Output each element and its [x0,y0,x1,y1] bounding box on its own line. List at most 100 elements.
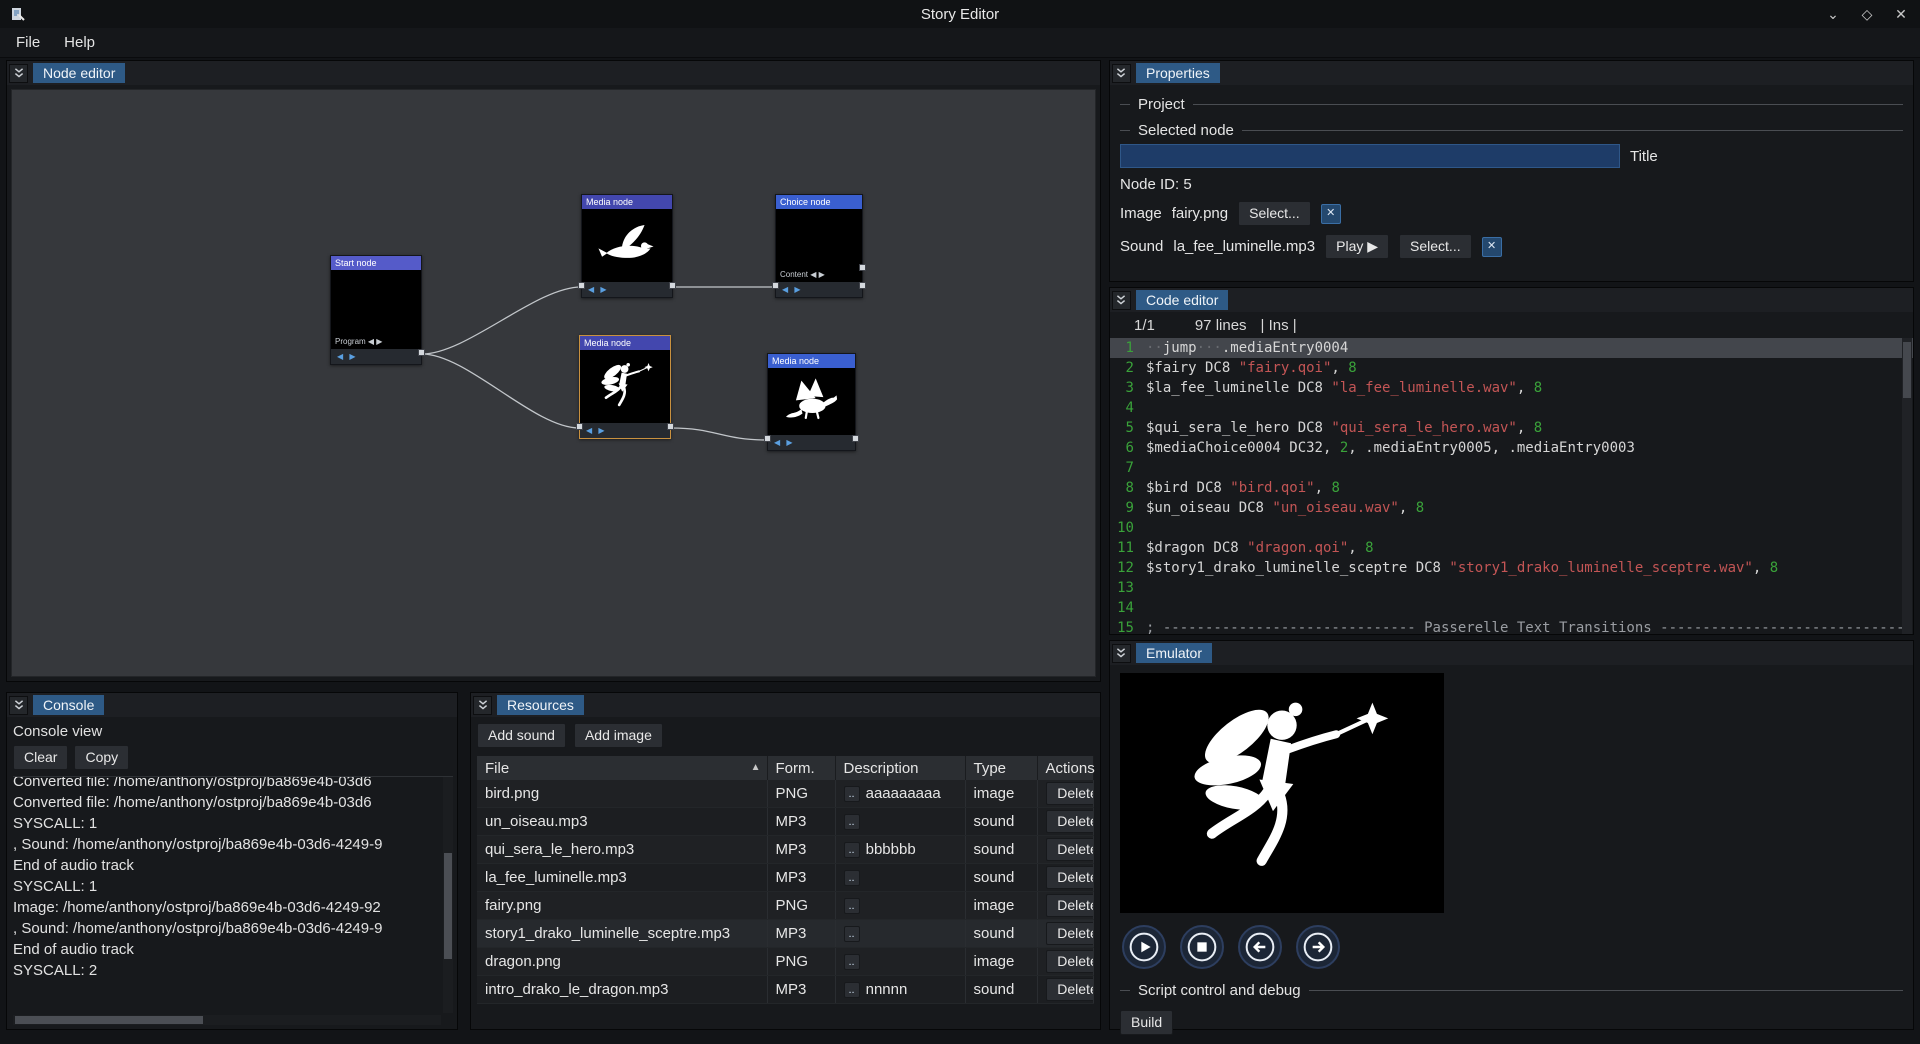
code-line[interactable]: 7 [1110,458,1913,478]
column-header-format[interactable]: Form. [767,756,835,780]
delete-button[interactable]: Delete [1046,782,1094,805]
sound-select-button[interactable]: Select... [1399,234,1472,259]
table-row[interactable]: dragon.pngPNG..imageDelete [477,948,1093,976]
edit-description-button[interactable]: .. [844,842,860,858]
image-clear-button[interactable]: ✕ [1321,204,1341,224]
node-thumbnail: Content ◀ ▶ [776,209,862,282]
edit-description-button[interactable]: .. [844,982,860,998]
prev-next-icons[interactable]: ◀ ▶ [588,285,609,294]
collapse-icon[interactable] [9,64,28,83]
code-area[interactable]: 1··jump···.mediaEntry00042$fairy DC8 "fa… [1110,338,1913,634]
code-line[interactable]: 4 [1110,398,1913,418]
delete-button[interactable]: Delete [1046,810,1094,833]
step-back-button[interactable] [1238,925,1282,969]
output-pin[interactable] [852,435,859,442]
input-pin[interactable] [576,423,583,430]
table-row[interactable]: fairy.pngPNG..imageDelete [477,892,1093,920]
table-row[interactable]: la_fee_luminelle.mp3MP3..soundDelete [477,864,1093,892]
edit-description-button[interactable]: .. [844,786,860,802]
column-header-actions[interactable]: Actions [1037,756,1093,780]
table-row[interactable]: un_oiseau.mp3MP3..soundDelete [477,808,1093,836]
table-row[interactable]: story1_drako_luminelle_sceptre.mp3MP3..s… [477,920,1093,948]
add-sound-button[interactable]: Add sound [477,723,566,748]
graph-node-choice[interactable]: Choice nodeContent ◀ ▶◀ ▶ [775,194,863,298]
image-select-button[interactable]: Select... [1238,201,1311,226]
code-line[interactable]: 6$mediaChoice0004 DC32, 2, .mediaEntry00… [1110,438,1913,458]
code-line[interactable]: 2$fairy DC8 "fairy.qoi", 8 [1110,358,1913,378]
graph-node-bird[interactable]: Media node◀ ▶ [581,194,673,298]
scrollbar-thumb[interactable] [1903,342,1911,398]
collapse-icon[interactable] [1112,644,1131,663]
step-forward-button[interactable] [1296,925,1340,969]
table-row[interactable]: qui_sera_le_hero.mp3MP3..bbbbbbsoundDele… [477,836,1093,864]
edit-description-button[interactable]: .. [844,870,860,886]
output-pin[interactable] [859,282,866,289]
delete-button[interactable]: Delete [1046,838,1094,861]
input-pin[interactable] [578,282,585,289]
edit-description-button[interactable]: .. [844,954,860,970]
node-title-input[interactable] [1120,144,1620,168]
delete-button[interactable]: Delete [1046,978,1094,1001]
prev-next-icons[interactable]: ◀ ▶ [782,285,803,294]
code-line[interactable]: 14 [1110,598,1913,618]
code-line[interactable]: 15; ------------------------------ Passe… [1110,618,1913,634]
output-pin[interactable] [859,264,866,271]
delete-button[interactable]: Delete [1046,922,1094,945]
collapse-icon[interactable] [9,696,28,715]
sound-play-button[interactable]: Play ▶ [1325,234,1389,259]
delete-button[interactable]: Delete [1046,894,1094,917]
close-button[interactable]: ✕ [1892,6,1910,23]
play-button[interactable] [1122,925,1166,969]
code-line[interactable]: 3$la_fee_luminelle DC8 "la_fee_luminelle… [1110,378,1913,398]
table-row[interactable]: bird.pngPNG..aaaaaaaaaimageDelete [477,780,1093,808]
graph-node-fairy[interactable]: Media node◀ ▶ [579,335,671,439]
code-line[interactable]: 13 [1110,578,1913,598]
stop-button[interactable] [1180,925,1224,969]
scrollbar-thumb[interactable] [15,1016,203,1024]
edit-description-button[interactable]: .. [844,814,860,830]
code-vertical-scrollbar[interactable] [1902,338,1912,634]
table-row[interactable]: intro_drako_le_dragon.mp3MP3..nnnnnsound… [477,976,1093,1004]
maximize-button[interactable]: ◇ [1858,6,1876,23]
code-line[interactable]: 8$bird DC8 "bird.qoi", 8 [1110,478,1913,498]
node-canvas[interactable]: Start nodeProgram ◀ ▶◀ ▶Media node◀ ▶Cho… [11,89,1096,677]
code-line[interactable]: 10 [1110,518,1913,538]
menu-item-file[interactable]: File [6,31,50,54]
collapse-icon[interactable] [473,696,492,715]
output-pin[interactable] [669,282,676,289]
console-vertical-scrollbar[interactable] [443,777,453,1013]
add-image-button[interactable]: Add image [574,723,663,748]
graph-node-start[interactable]: Start nodeProgram ◀ ▶◀ ▶ [330,255,422,365]
edit-description-button[interactable]: .. [844,898,860,914]
code-line[interactable]: 5$qui_sera_le_hero DC8 "qui_sera_le_hero… [1110,418,1913,438]
column-header-description[interactable]: Description [835,756,965,780]
console-output[interactable]: Converted file: /home/anthony/ostproj/ba… [13,776,453,1025]
prev-next-icons[interactable]: ◀ ▶ [774,438,795,447]
sound-clear-button[interactable]: ✕ [1482,237,1502,257]
menu-item-help[interactable]: Help [54,31,105,54]
code-line[interactable]: 9$un_oiseau DC8 "un_oiseau.wav", 8 [1110,498,1913,518]
input-pin[interactable] [764,435,771,442]
prev-next-icons[interactable]: ◀ ▶ [586,426,607,435]
code-line[interactable]: 12$story1_drako_luminelle_sceptre DC8 "s… [1110,558,1913,578]
code-line[interactable]: 11$dragon DC8 "dragon.qoi", 8 [1110,538,1913,558]
graph-node-dragon[interactable]: Media node◀ ▶ [767,353,856,451]
console-horizontal-scrollbar[interactable] [13,1015,441,1025]
code-line[interactable]: 1··jump···.mediaEntry0004 [1110,338,1913,358]
delete-button[interactable]: Delete [1046,866,1094,889]
input-pin[interactable] [772,282,779,289]
minimize-button[interactable]: ⌄ [1824,6,1842,23]
build-button[interactable]: Build [1120,1010,1173,1035]
clear-button[interactable]: Clear [13,745,68,770]
column-header-file[interactable]: File▲ [477,756,767,780]
output-pin[interactable] [418,349,425,356]
scrollbar-thumb[interactable] [444,853,452,959]
delete-button[interactable]: Delete [1046,950,1094,973]
edit-description-button[interactable]: .. [844,926,860,942]
prev-next-icons[interactable]: ◀ ▶ [337,352,358,361]
copy-button[interactable]: Copy [74,745,129,770]
collapse-icon[interactable] [1112,64,1131,83]
column-header-type[interactable]: Type [965,756,1037,780]
output-pin[interactable] [667,423,674,430]
collapse-icon[interactable] [1112,291,1131,310]
